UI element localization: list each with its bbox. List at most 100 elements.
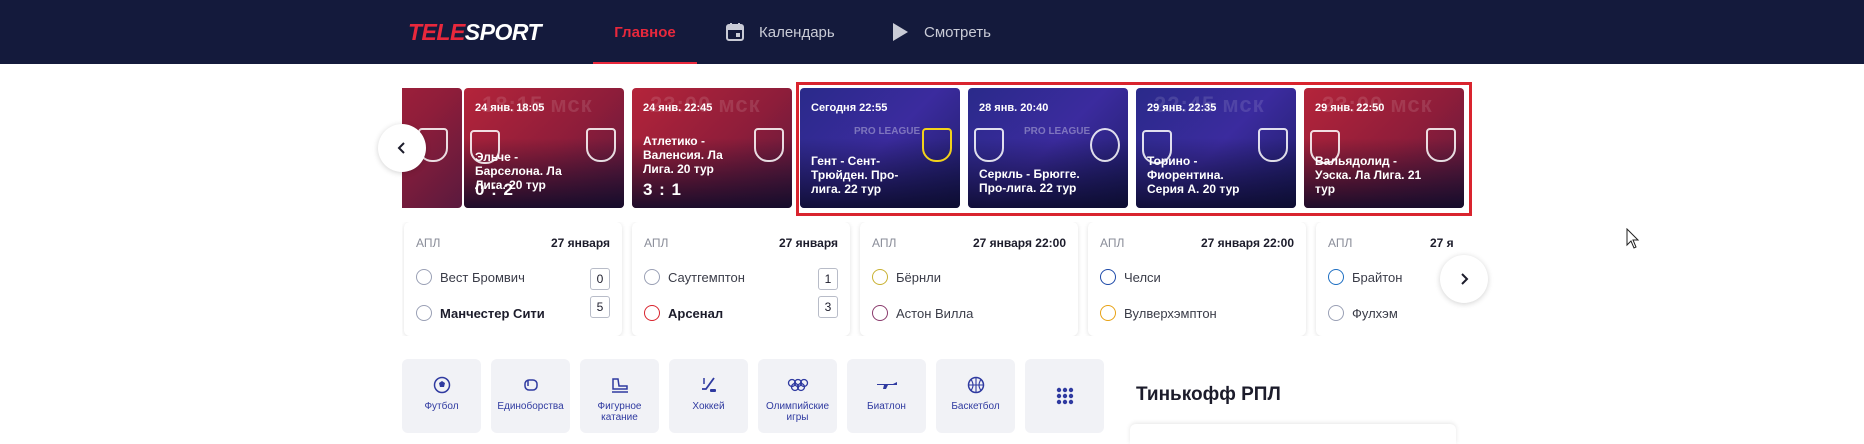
team-logo-icon: [644, 305, 660, 321]
away-team-name: Вулверхэмптон: [1124, 305, 1217, 321]
away-team-name: Фулхэм: [1352, 305, 1398, 321]
away-team-name: Арсенал: [668, 305, 724, 321]
card-title: Атлетико - Валенсия. Ла Лига. 20 тур: [643, 134, 723, 176]
basketball-icon: [965, 375, 987, 395]
team-logo-icon: [416, 269, 432, 285]
olympic-rings-icon: [787, 375, 809, 395]
away-score: 3: [818, 296, 838, 318]
team-logo-icon: [644, 269, 660, 285]
nav-calendar-label: Календарь: [759, 23, 835, 41]
match-league: АПЛ: [416, 236, 441, 250]
match-date: 27 января: [779, 236, 838, 250]
match-date: 27 я: [1430, 236, 1454, 250]
match-league: АПЛ: [644, 236, 669, 250]
nav-main-label: Главное: [614, 23, 676, 41]
team-crest-icon: [586, 128, 616, 162]
team-logo-icon: [872, 305, 888, 321]
skate-icon: [609, 375, 631, 395]
away-team-name: Астон Вилла: [896, 305, 974, 321]
away-team: Арсенал: [644, 302, 723, 324]
carousel-prev-button[interactable]: [378, 124, 426, 172]
sport-tile-combat[interactable]: Единоборства: [491, 359, 570, 433]
nav-main-tab[interactable]: Главное: [593, 0, 697, 64]
sport-tile-label: Биатлон: [867, 401, 906, 412]
home-team-name: Челси: [1124, 269, 1161, 285]
section-title-rpl: Тинькофф РПЛ: [1136, 384, 1281, 405]
card-date: 24 янв. 22:45: [643, 102, 713, 114]
hockey-icon: [698, 375, 720, 395]
sport-tile-hockey[interactable]: Хоккей: [669, 359, 748, 433]
away-team-name: Манчестер Сити: [440, 305, 545, 321]
home-team-name: Вест Бромвич: [440, 269, 525, 285]
match-date: 27 января: [551, 236, 610, 250]
match-card[interactable]: АПЛ 27 января Саутгемптон Арсенал 1 3: [632, 222, 850, 336]
match-card[interactable]: АПЛ 27 января 22:00 Челси Вулверхэмптон: [1088, 222, 1306, 336]
sport-tile-figure-skating[interactable]: Фигурное катание: [580, 359, 659, 433]
home-team: Саутгемптон: [644, 266, 745, 288]
card-score: 0 : 2: [475, 180, 515, 199]
grid-icon: [1054, 386, 1076, 406]
home-team-name: Саутгемптон: [668, 269, 745, 285]
home-team: Вест Бромвич: [416, 266, 525, 288]
sport-tile-label: Баскетбол: [951, 401, 1000, 412]
selection-highlight-frame: [796, 82, 1472, 216]
sport-tile-basketball[interactable]: Баскетбол: [936, 359, 1015, 433]
home-team-name: Брайтон: [1352, 269, 1403, 285]
match-league: АПЛ: [1100, 236, 1125, 250]
card-score: 3 : 1: [643, 180, 683, 199]
rpl-table-panel: [1130, 424, 1456, 444]
match-league: АПЛ: [1328, 236, 1353, 250]
sport-tile-football[interactable]: Футбол: [402, 359, 481, 433]
nav-watch-tab[interactable]: Смотреть: [890, 0, 991, 64]
team-logo-icon: [1100, 305, 1116, 321]
match-card[interactable]: АПЛ 27 января Вест Бромвич Манчестер Сит…: [404, 222, 622, 336]
home-score: 0: [590, 268, 610, 290]
card-date: 24 янв. 18:05: [475, 102, 545, 114]
match-date: 27 января 22:00: [972, 236, 1066, 250]
sport-tile-label: Фигурное катание: [597, 401, 642, 423]
nav-watch-label: Смотреть: [924, 23, 991, 41]
telesport-logo[interactable]: TELE SPORT: [408, 18, 542, 46]
sport-tile-biathlon[interactable]: Биатлон: [847, 359, 926, 433]
boxing-glove-icon: [520, 375, 542, 395]
home-team: Бёрнли: [872, 266, 941, 288]
sport-tile-all[interactable]: [1025, 359, 1104, 433]
play-icon: [890, 22, 910, 42]
nav-calendar-tab[interactable]: Календарь: [725, 0, 835, 64]
team-logo-icon: [1100, 269, 1116, 285]
home-team-name: Бёрнли: [896, 269, 942, 285]
chevron-left-icon: [397, 142, 405, 154]
video-card[interactable]: 23:00 мск 24 янв. 22:45 Атлетико - Вален…: [632, 88, 792, 208]
football-icon: [431, 375, 453, 395]
rifle-icon: [876, 375, 898, 395]
team-logo-icon: [416, 305, 432, 321]
away-team: Вулверхэмптон: [1100, 302, 1217, 324]
away-team: Астон Вилла: [872, 302, 973, 324]
sport-tile-label: Футбол: [424, 401, 459, 412]
team-crest-icon: [754, 128, 784, 162]
sport-tile-label: Единоборства: [497, 401, 564, 412]
away-score: 5: [590, 296, 610, 318]
team-logo-icon: [1328, 305, 1344, 321]
home-team: Челси: [1100, 266, 1161, 288]
match-league: АПЛ: [872, 236, 897, 250]
chevron-right-icon: [1461, 273, 1469, 285]
home-score: 1: [818, 268, 838, 290]
top-nav-bar: TELE SPORT Главное Календарь Смотреть: [0, 0, 1864, 64]
home-team: Брайтон: [1328, 266, 1402, 288]
video-card[interactable]: 18:15 мск 24 янв. 18:05 Эльче - Барселон…: [464, 88, 624, 208]
team-logo-icon: [872, 269, 888, 285]
calendar-icon: [725, 22, 745, 42]
logo-sport-text: SPORT: [464, 18, 542, 45]
logo-tele-text: TELE: [408, 18, 465, 45]
away-team: Манчестер Сити: [416, 302, 545, 324]
away-team: Фулхэм: [1328, 302, 1398, 324]
match-results-row: АПЛ 27 января Вест Бромвич Манчестер Сит…: [402, 222, 1465, 336]
match-card[interactable]: АПЛ 27 января 22:00 Бёрнли Астон Вилла: [860, 222, 1078, 336]
matches-next-button[interactable]: [1440, 255, 1488, 303]
mouse-cursor-icon: [1626, 227, 1640, 255]
sport-tile-label: Хоккей: [692, 401, 725, 412]
match-date: 27 января 22:00: [1200, 236, 1294, 250]
team-logo-icon: [1328, 269, 1344, 285]
sport-tile-olympics[interactable]: Олимпийские игры: [758, 359, 837, 433]
